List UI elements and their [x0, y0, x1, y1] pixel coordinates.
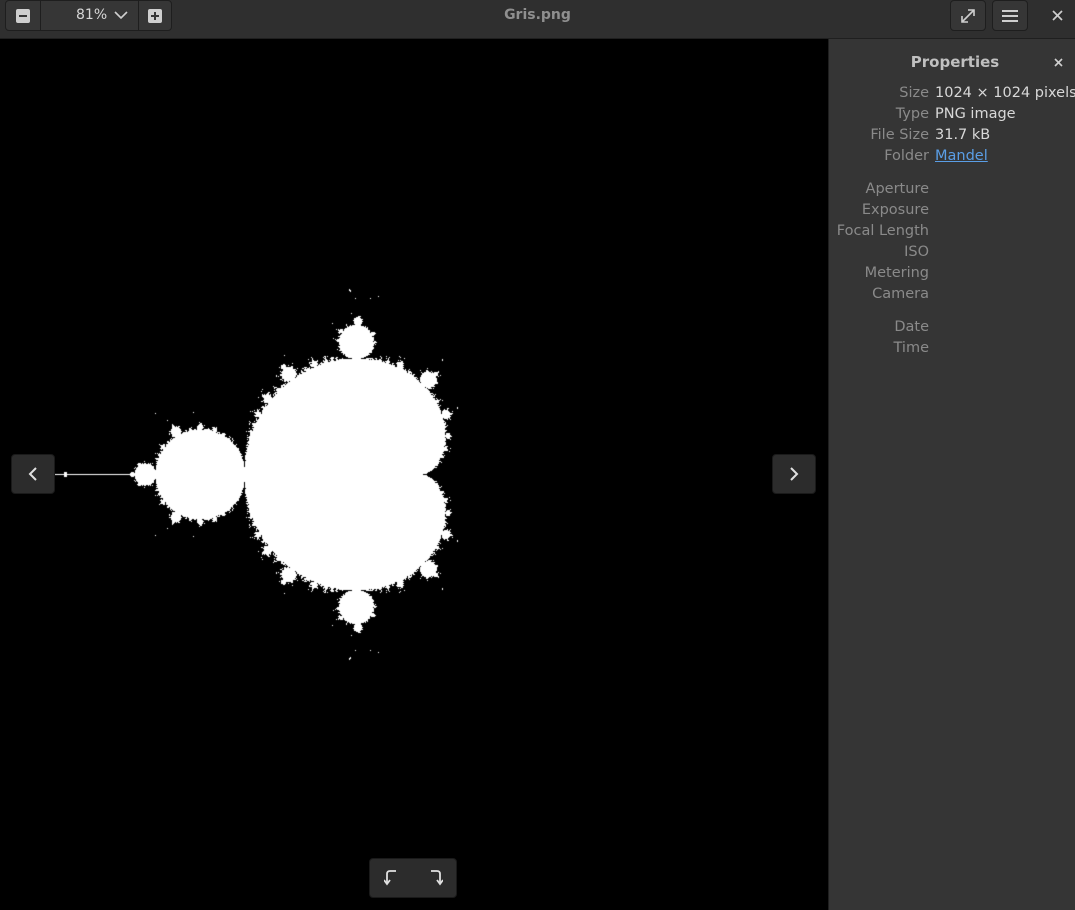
property-label: Size — [899, 85, 929, 101]
property-type: Type PNG image — [829, 106, 1075, 126]
property-metering: Metering — [829, 265, 1075, 285]
property-time: Time — [829, 340, 1075, 360]
property-label: Focal Length — [836, 223, 929, 239]
rotate-left-icon — [383, 870, 396, 886]
close-icon — [1051, 9, 1063, 21]
previous-image-button[interactable] — [11, 454, 55, 494]
fullscreen-button[interactable] — [950, 0, 986, 31]
close-window-button[interactable] — [1043, 2, 1071, 28]
property-aperture: Aperture — [829, 181, 1075, 201]
property-camera: Camera — [829, 286, 1075, 306]
property-iso: ISO — [829, 244, 1075, 264]
property-label: File Size — [870, 127, 929, 143]
rotate-right-icon — [430, 870, 443, 886]
property-label: Date — [894, 319, 929, 335]
chevron-right-icon — [790, 467, 799, 481]
hamburger-menu-icon — [1002, 9, 1018, 22]
property-date: Date — [829, 319, 1075, 339]
close-sidebar-button[interactable] — [1048, 53, 1068, 71]
zoom-out-button[interactable] — [6, 1, 41, 30]
property-label: Metering — [864, 265, 929, 281]
property-label: Exposure — [861, 202, 929, 218]
header-bar: 81% Gris.png — [0, 0, 1075, 39]
next-image-button[interactable] — [772, 454, 816, 494]
zoom-level-value: 81% — [76, 7, 108, 23]
property-exposure: Exposure — [829, 202, 1075, 222]
folder-link[interactable]: Mandel — [935, 148, 988, 164]
chevron-left-icon — [28, 467, 37, 481]
property-size: Size 1024 × 1024 pixels — [829, 85, 1075, 105]
close-icon — [1053, 57, 1063, 67]
image-canvas[interactable] — [0, 39, 828, 910]
rotate-controls — [369, 858, 457, 898]
zoom-in-button[interactable] — [139, 1, 171, 30]
property-value: PNG image — [935, 106, 1016, 122]
property-label: Type — [895, 106, 929, 122]
main-menu-button[interactable] — [992, 0, 1028, 31]
image-viewer-window: 81% Gris.png Properties Size 1024 × 1024… — [0, 0, 1075, 910]
property-label: Camera — [872, 286, 929, 302]
property-label: Time — [893, 340, 930, 356]
property-label: Aperture — [865, 181, 929, 197]
property-folder: Folder Mandel — [829, 148, 1075, 168]
property-focal-length: Focal Length — [829, 223, 1075, 243]
property-label: ISO — [904, 244, 929, 260]
rotate-right-button[interactable] — [413, 859, 456, 897]
property-label: Folder — [884, 148, 929, 164]
property-value: 31.7 kB — [935, 127, 991, 143]
property-file-size: File Size 31.7 kB — [829, 127, 1075, 147]
properties-sidebar: Properties Size 1024 × 1024 pixels Type … — [828, 39, 1075, 910]
chevron-down-icon — [114, 11, 128, 20]
zoom-level-dropdown[interactable]: 81% — [41, 1, 139, 30]
rotate-left-button[interactable] — [370, 859, 413, 897]
property-value: 1024 × 1024 pixels — [935, 85, 1075, 101]
zoom-in-icon — [148, 8, 162, 23]
displayed-image — [0, 39, 828, 910]
sidebar-title: Properties — [910, 53, 1000, 71]
zoom-controls: 81% — [5, 0, 172, 31]
zoom-out-icon — [16, 8, 30, 23]
fullscreen-icon — [961, 8, 975, 23]
